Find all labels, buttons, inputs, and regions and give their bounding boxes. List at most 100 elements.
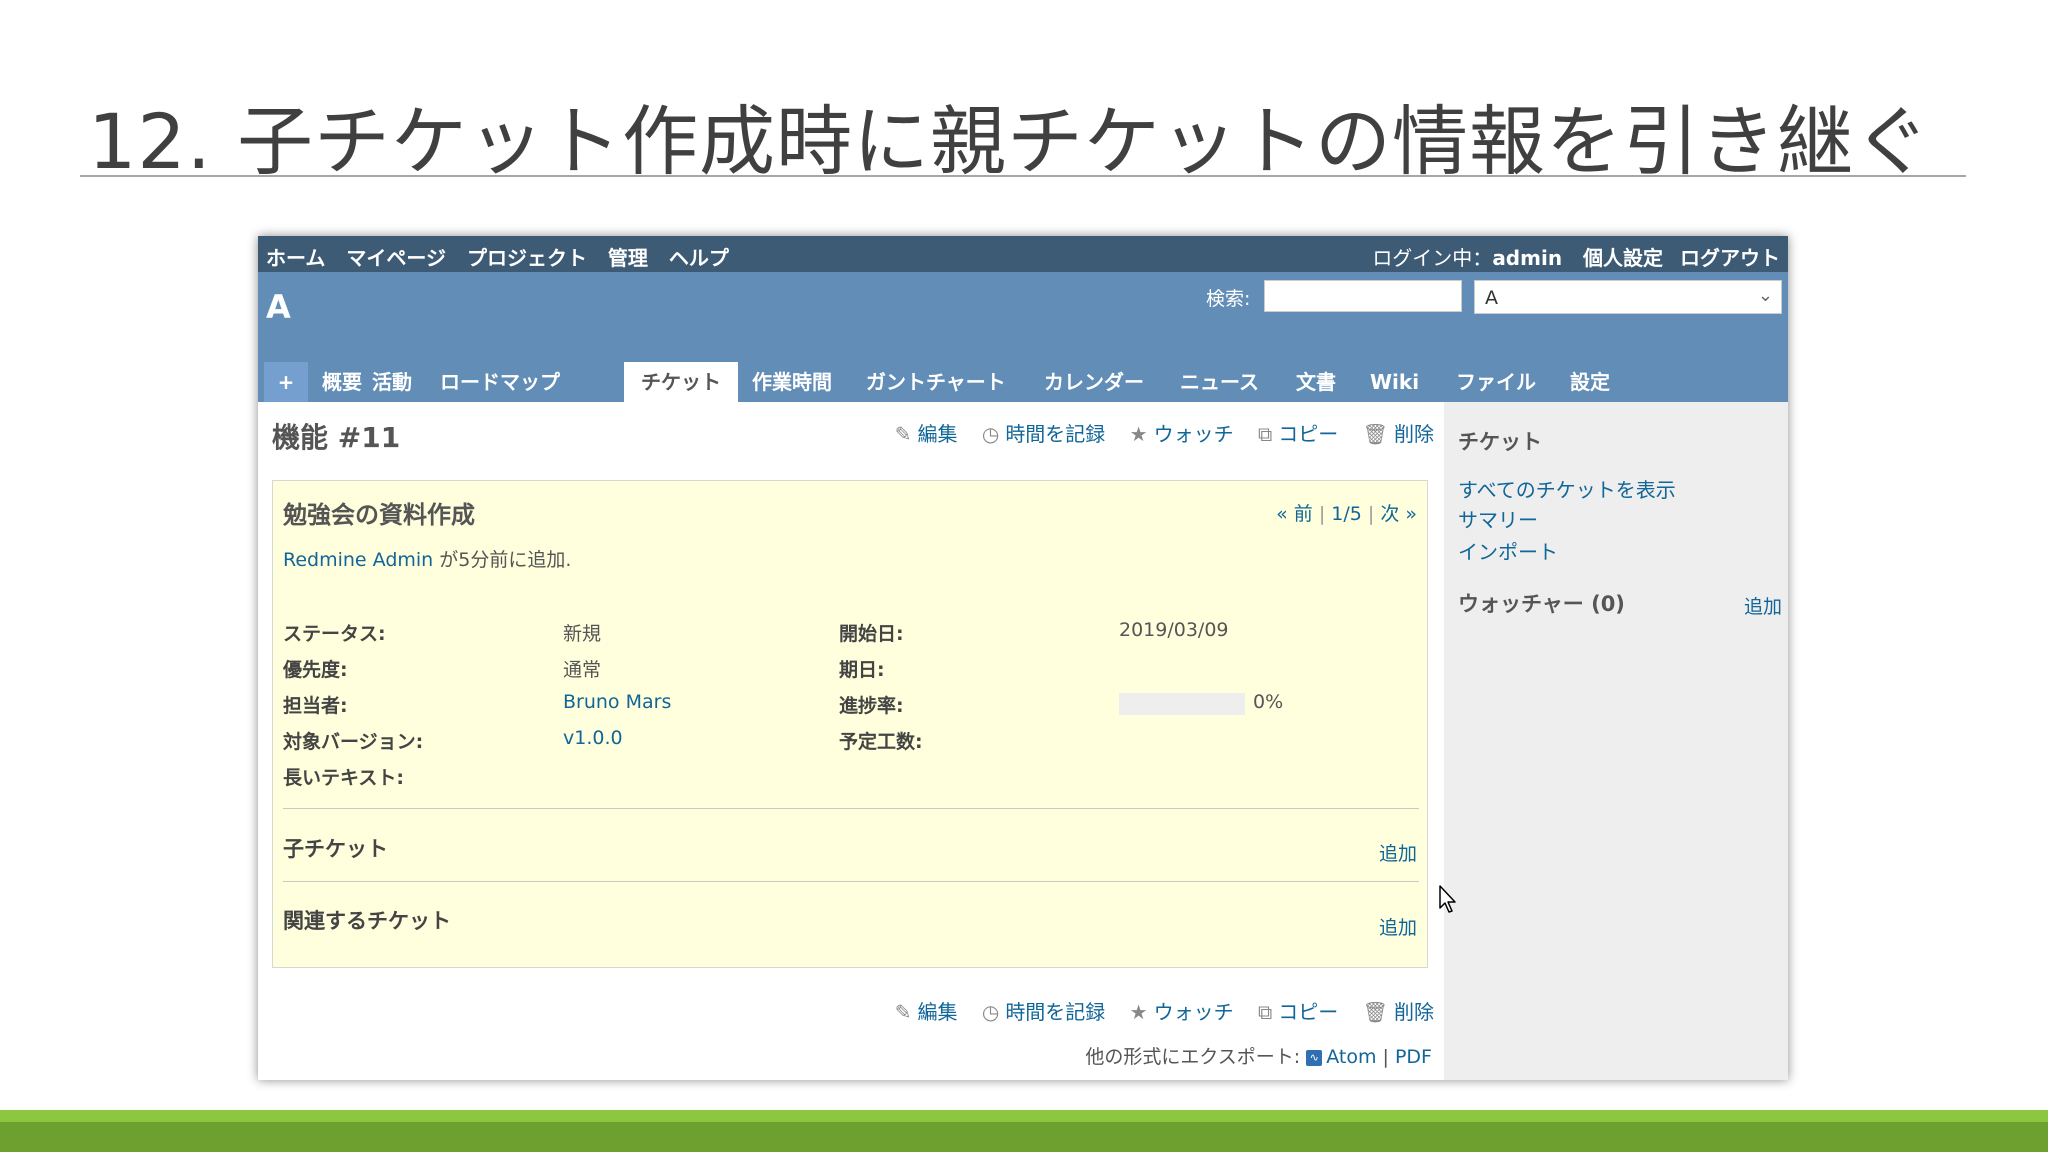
author-link[interactable]: Redmine Admin <box>283 549 433 571</box>
issue-heading: 機能 #11 <box>272 421 401 454</box>
sidebar-link-import[interactable]: インポート <box>1458 536 1558 565</box>
project-jump-select[interactable]: A ⌄ <box>1474 280 1782 314</box>
menu-my-account[interactable]: 個人設定 <box>1583 246 1663 270</box>
next-issue-link[interactable]: 次 » <box>1380 503 1417 525</box>
footer-band-dark <box>0 1122 2048 1152</box>
slide-title: 12. 子チケット作成時に親チケットの情報を引き継ぐ <box>88 97 1932 186</box>
assignee-link[interactable]: Bruno Mars <box>563 691 671 713</box>
menu-logout[interactable]: ログアウト <box>1680 246 1780 270</box>
pdf-link[interactable]: PDF <box>1395 1046 1432 1068</box>
project-title: A <box>266 288 291 326</box>
tab-calendar[interactable]: カレンダー <box>1036 362 1152 402</box>
copy-button[interactable]: ⧉ コピー <box>1258 422 1338 446</box>
version-link[interactable]: v1.0.0 <box>563 727 623 749</box>
sidebar-link-all-issues[interactable]: すべてのチケットを表示 <box>1458 474 1676 503</box>
pencil-icon: ✎ <box>894 1000 912 1024</box>
tab-news[interactable]: ニュース <box>1172 362 1267 402</box>
logged-in-user[interactable]: admin <box>1492 246 1562 270</box>
issue-content: 機能 #11 ✎ 編集 ◷ 時間を記録 ★ ウォッチ ⧉ コピー 🗑 削除 勉強会の資料作… <box>258 402 1444 1080</box>
star-icon: ★ <box>1129 422 1148 446</box>
delete-button[interactable]: 🗑 削除 <box>1363 1000 1434 1024</box>
tab-roadmap[interactable]: ロードマップ <box>432 362 568 402</box>
search-label: 検索: <box>1206 288 1251 310</box>
relations-title: 関連するチケット <box>283 909 451 933</box>
pager-position: 1/5 <box>1331 503 1362 525</box>
status-label: ステータス: <box>283 623 386 645</box>
issue-actions-top: ✎ 編集 ◷ 時間を記録 ★ ウォッチ ⧉ コピー 🗑 削除 <box>877 418 1434 447</box>
tab-time-entries[interactable]: 作業時間 <box>744 362 840 402</box>
edit-button[interactable]: ✎ 編集 <box>895 422 958 446</box>
tab-wiki[interactable]: Wiki <box>1362 362 1427 402</box>
title-divider <box>80 175 1966 177</box>
long-text-label: 長いテキスト: <box>283 767 405 789</box>
trash-icon: 🗑 <box>1362 422 1388 446</box>
tab-documents[interactable]: 文書 <box>1288 362 1344 402</box>
status-value: 新規 <box>563 623 602 645</box>
tab-activity[interactable]: 活動 <box>364 362 420 402</box>
issue-pager: « 前 | 1/5 | 次 » <box>1276 503 1417 525</box>
add-relation-link[interactable]: 追加 <box>1379 913 1417 940</box>
priority-label: 優先度: <box>283 659 348 681</box>
chevron-down-icon: ⌄ <box>1757 285 1773 306</box>
tab-gantt[interactable]: ガントチャート <box>858 362 1014 402</box>
watch-button[interactable]: ★ ウォッチ <box>1130 422 1234 446</box>
sidebar: チケット すべてのチケットを表示 サマリー インポート ウォッチャー (0) 追… <box>1444 402 1788 1080</box>
tab-new[interactable]: + <box>264 362 308 402</box>
feed-icon: ∿ <box>1306 1049 1323 1066</box>
menu-my-page[interactable]: マイページ <box>346 246 446 270</box>
sidebar-issues-title: チケット <box>1458 430 1542 454</box>
start-date-label: 開始日: <box>839 623 904 645</box>
log-time-button[interactable]: ◷ 時間を記録 <box>982 1000 1105 1024</box>
edit-button[interactable]: ✎ 編集 <box>895 1000 958 1024</box>
issue-details-box: 勉強会の資料作成 « 前 | 1/5 | 次 » Redmine Admin が… <box>272 480 1428 968</box>
clock-icon: ◷ <box>981 1000 1000 1024</box>
issue-actions-bottom: ✎ 編集 ◷ 時間を記録 ★ ウォッチ ⧉ コピー 🗑 削除 <box>877 996 1434 1025</box>
atom-link[interactable]: Atom <box>1326 1046 1376 1068</box>
menu-home[interactable]: ホーム <box>266 246 325 270</box>
watch-button[interactable]: ★ ウォッチ <box>1130 1000 1234 1024</box>
menu-help[interactable]: ヘルプ <box>669 246 729 270</box>
subtasks-title: 子チケット <box>283 837 388 861</box>
project-jump-value: A <box>1485 287 1498 309</box>
priority-value: 通常 <box>563 659 602 681</box>
tab-files[interactable]: ファイル <box>1448 362 1544 402</box>
divider <box>283 881 1419 882</box>
main-tabs: + 概要 活動 ロードマップ チケット 作業時間 ガントチャート カレンダー ニ… <box>258 352 1788 402</box>
top-menu: ホーム マイページ プロジェクト 管理 ヘルプ ログイン中：admin 個人設定… <box>258 236 1788 272</box>
copy-button[interactable]: ⧉ コピー <box>1258 1000 1338 1024</box>
tab-overview[interactable]: 概要 <box>314 362 370 402</box>
logged-in-label: ログイン中：admin <box>1372 246 1563 270</box>
copy-icon: ⧉ <box>1257 1000 1273 1024</box>
estimated-hours-label: 予定工数: <box>839 731 923 753</box>
assignee-label: 担当者: <box>283 695 348 717</box>
clock-icon: ◷ <box>981 422 1000 446</box>
search-input[interactable] <box>1264 280 1462 312</box>
author-suffix: が5分前に追加. <box>433 549 572 571</box>
menu-projects[interactable]: プロジェクト <box>467 246 587 270</box>
due-date-label: 期日: <box>839 659 885 681</box>
version-label: 対象バージョン: <box>283 731 424 753</box>
delete-button[interactable]: 🗑 削除 <box>1363 422 1434 446</box>
sidebar-watchers-title: ウォッチャー (0) <box>1458 592 1625 616</box>
export-links: 他の形式にエクスポート: ∿ Atom | PDF <box>1085 1046 1432 1068</box>
issue-subject: 勉強会の資料作成 <box>283 501 475 529</box>
tab-issues[interactable]: チケット <box>624 362 738 402</box>
log-time-button[interactable]: ◷ 時間を記録 <box>982 422 1105 446</box>
done-ratio-label: 進捗率: <box>839 695 904 717</box>
done-ratio-bar <box>1119 693 1245 715</box>
done-ratio-value: 0% <box>1253 691 1284 713</box>
start-date-value: 2019/03/09 <box>1119 619 1229 641</box>
footer-band-light <box>0 1110 2048 1122</box>
add-watcher-link[interactable]: 追加 <box>1744 592 1782 619</box>
redmine-screenshot: ホーム マイページ プロジェクト 管理 ヘルプ ログイン中：admin 個人設定… <box>258 236 1788 1080</box>
mouse-cursor-icon <box>1439 885 1456 913</box>
menu-admin[interactable]: 管理 <box>608 246 648 270</box>
trash-icon: 🗑 <box>1362 1000 1388 1024</box>
divider <box>283 808 1419 809</box>
export-label: 他の形式にエクスポート: <box>1085 1046 1301 1068</box>
tab-settings[interactable]: 設定 <box>1562 362 1618 402</box>
pencil-icon: ✎ <box>894 422 912 446</box>
add-subtask-link[interactable]: 追加 <box>1379 839 1417 866</box>
sidebar-link-summary[interactable]: サマリー <box>1458 504 1538 533</box>
prev-issue-link[interactable]: « 前 <box>1276 503 1313 525</box>
